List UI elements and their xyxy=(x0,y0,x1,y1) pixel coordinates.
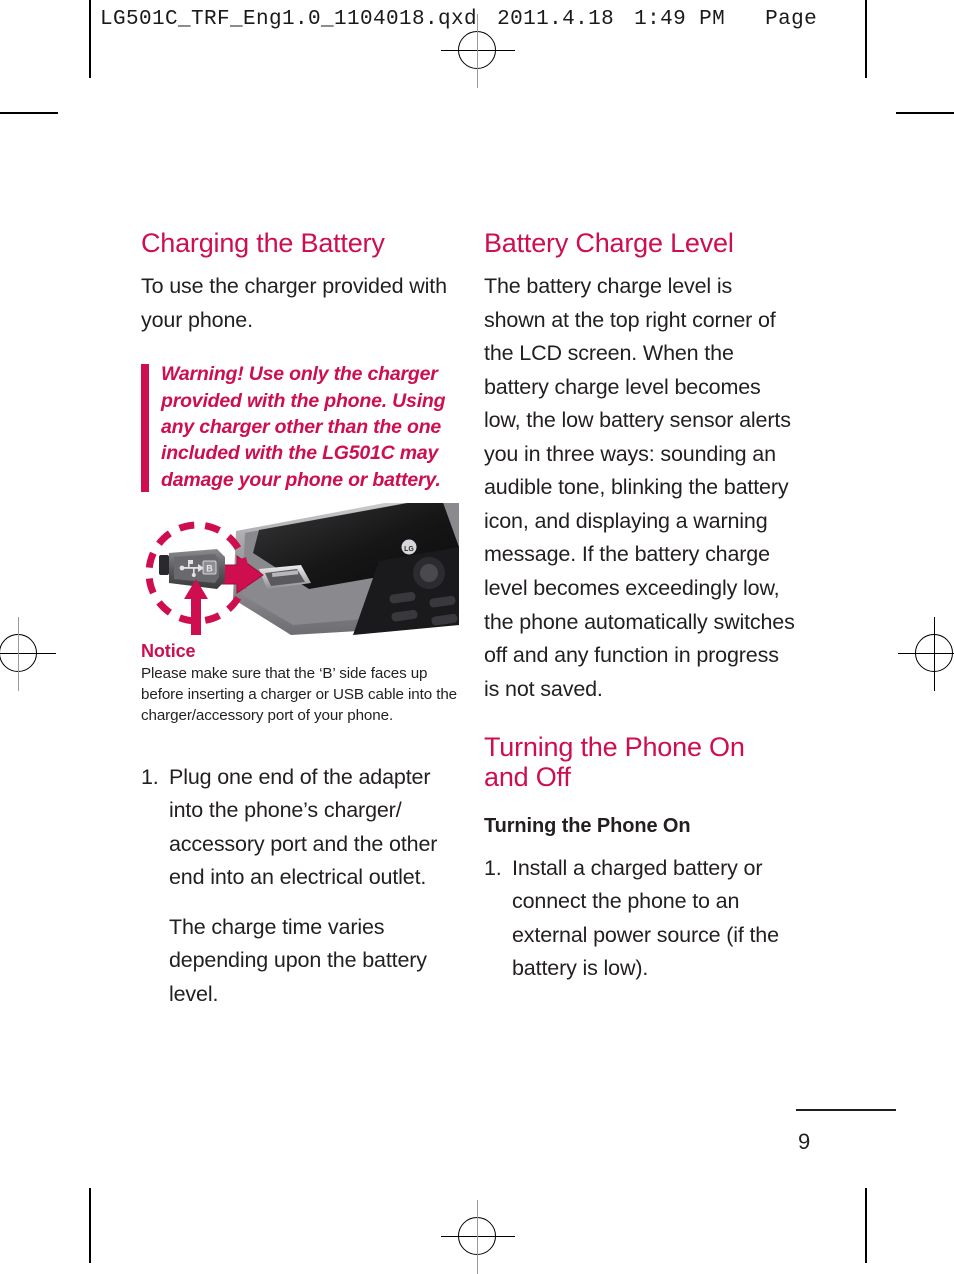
subheading-turning-the-phone-on: Turning the Phone On xyxy=(484,814,691,837)
step-number: 1. xyxy=(484,855,502,880)
svg-text:LG: LG xyxy=(404,546,414,553)
left-column: Charging the Battery To use the charger … xyxy=(141,228,459,1011)
heading-notice: Notice xyxy=(141,640,196,661)
heading-battery-charge-level: Battery Charge Level xyxy=(484,228,734,258)
warning-callout: Warning! Use only the charger provided w… xyxy=(141,361,459,493)
right-column: Battery Charge Level The battery charge … xyxy=(484,228,796,1000)
list-item: 1. Install a charged battery or connect … xyxy=(484,852,796,986)
heading-charging-the-battery: Charging the Battery xyxy=(141,228,385,258)
phone-illustration: LG xyxy=(233,502,459,635)
turning-on-steps-list: 1. Install a charged battery or connect … xyxy=(484,852,796,986)
charger-insertion-illustration: LG B xyxy=(145,502,459,635)
paragraph-charge-time: The charge time varies depending upon th… xyxy=(169,914,427,1006)
page-number: 9 xyxy=(798,1129,811,1154)
charging-steps-list: 1. Plug one end of the adapter into the … xyxy=(141,761,459,895)
manual-page: Charging the Battery To use the charger … xyxy=(0,0,954,1263)
warning-accent-bar xyxy=(141,364,149,493)
step-number: 1. xyxy=(141,764,159,789)
list-item: 1. Plug one end of the adapter into the … xyxy=(141,761,459,895)
step-text: Install a charged battery or connect the… xyxy=(512,855,779,981)
figure-charger-insertion: LG B xyxy=(141,502,459,635)
folio: 9 xyxy=(756,1109,896,1155)
folio-divider xyxy=(796,1109,896,1111)
usb-connector-illustration: B xyxy=(159,548,225,589)
paragraph-battery-charge-level: The battery charge level is shown at the… xyxy=(484,274,795,701)
paragraph-notice-body: Please make sure that the ‘B’ side faces… xyxy=(141,664,458,724)
paragraph-charger-intro: To use the charger provided with your ph… xyxy=(141,274,447,332)
warning-text: Warning! Use only the charger provided w… xyxy=(161,363,446,491)
svg-text:B: B xyxy=(206,563,213,573)
step-text: Plug one end of the adapter into the pho… xyxy=(169,764,438,890)
heading-turning-the-phone-on-and-off: Turning the Phone On and Off xyxy=(484,732,745,793)
